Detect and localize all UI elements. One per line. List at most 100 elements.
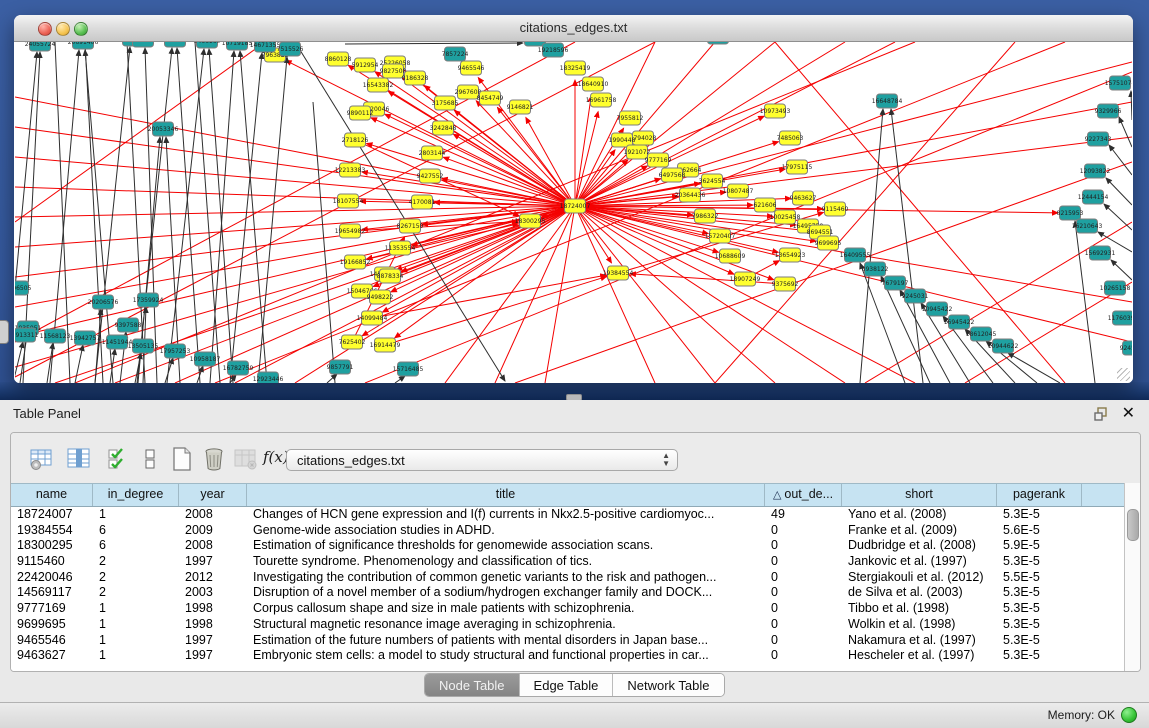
column-header-in-degree[interactable]: in_degree — [93, 484, 179, 506]
graph-node-7625402[interactable]: 7625402 — [339, 335, 366, 349]
table-row[interactable]: 946362711997Embryonic stem cells: a mode… — [11, 648, 1125, 664]
column-header-title[interactable]: title — [247, 484, 765, 506]
graph-node-3624554[interactable]: 3624554 — [699, 174, 726, 188]
graph-node-16543382[interactable]: 16543382 — [363, 78, 394, 92]
graph-node-3242848[interactable]: 3242848 — [430, 121, 457, 135]
graph-node-13654923[interactable]: 13654923 — [775, 248, 806, 262]
graph-node-11353554[interactable]: 11353554 — [385, 241, 416, 255]
tab-node-table[interactable]: Node Table — [425, 674, 520, 696]
graph-node-8860128[interactable]: 8860128 — [325, 52, 352, 66]
graph-node-10688609[interactable]: 10688609 — [715, 249, 746, 263]
tab-network-table[interactable]: Network Table — [613, 674, 723, 696]
column-header-out-de-[interactable]: △out_de... — [765, 484, 842, 506]
table-settings-icon[interactable] — [29, 446, 55, 472]
table-row[interactable]: 977716911998Corpus callosum shape and si… — [11, 601, 1125, 617]
graph-node-20053346[interactable]: 20053346 — [148, 122, 179, 136]
graph-node-7485063[interactable]: 7485063 — [777, 131, 804, 145]
graph-node-5912954[interactable]: 5912954 — [352, 58, 379, 72]
memory-ok-icon[interactable] — [1121, 707, 1137, 723]
graph-node-24055724[interactable]: 24055724 — [25, 42, 56, 51]
graph-node-9227343[interactable]: 9227343 — [1085, 132, 1112, 146]
graph-node-3913311[interactable]: 3913311 — [15, 328, 39, 342]
graph-node-7857224[interactable]: 7857224 — [442, 47, 469, 61]
graph-node-17957253[interactable]: 17957253 — [160, 344, 191, 358]
graph-node-11568123[interactable]: 11568123 — [40, 329, 71, 343]
delete-table-icon[interactable] — [233, 446, 259, 472]
graph-node-7679197[interactable]: 7679197 — [882, 276, 909, 290]
graph-node-7986322[interactable]: 7986322 — [692, 209, 719, 223]
table-row[interactable]: 1456911722003Disruption of a novel membe… — [11, 585, 1125, 601]
tab-edge-table[interactable]: Edge Table — [520, 674, 614, 696]
graph-node-10719185[interactable]: 10719185 — [222, 42, 253, 50]
citation-network-graph[interactable]: 1872400779638228860128591295425226058982… — [15, 42, 1132, 383]
table-row[interactable]: 2242004622012Investigating the contribut… — [11, 570, 1125, 586]
graph-node-10958187[interactable]: 10958187 — [190, 352, 221, 366]
graph-node-621606[interactable]: 621606 — [754, 198, 777, 212]
table-selector-dropdown[interactable]: citations_edges.txt ▲▼ — [286, 449, 678, 471]
graph-node-12093822[interactable]: 12093822 — [1080, 164, 1111, 178]
graph-node-17359924[interactable]: 17359924 — [133, 293, 164, 307]
table-row[interactable]: 1938455462009Genome-wide association stu… — [11, 523, 1125, 539]
graph-node-16648784[interactable]: 16648784 — [872, 94, 903, 108]
graph-node-14099484[interactable]: 14099484 — [357, 311, 388, 325]
graph-node-9463627[interactable]: 9463627 — [790, 191, 817, 205]
table-row[interactable]: 1872400712008Changes of HCN gene express… — [11, 507, 1125, 523]
row-toggle-icon[interactable] — [138, 446, 164, 472]
graph-node-9115460[interactable]: 9115460 — [822, 202, 849, 216]
graph-node-15716485[interactable]: 15716485 — [393, 362, 424, 376]
graph-node-17975115[interactable]: 17975115 — [782, 160, 813, 174]
column-header-name[interactable]: name — [11, 484, 93, 506]
graph-node-9245031[interactable]: 9245031 — [902, 289, 929, 303]
graph-node-19654982[interactable]: 19654982 — [335, 224, 366, 238]
graph-node-16914479[interactable]: 16914479 — [370, 338, 401, 352]
graph-node-18300295[interactable]: 18300295 — [515, 214, 546, 228]
function-icon[interactable]: f(x) — [263, 448, 289, 474]
graph-node-20364436[interactable]: 20364436 — [675, 188, 706, 202]
graph-node-2306505[interactable]: 2306505 — [15, 281, 32, 295]
network-view-window[interactable]: citations_edges.txt 18724007796382288601… — [14, 15, 1133, 382]
table-row[interactable]: 911546021997Tourette syndrome. Phenomeno… — [11, 554, 1125, 570]
graph-node-9427552[interactable]: 9427552 — [417, 169, 444, 183]
trash-icon[interactable] — [201, 446, 227, 472]
graph-node-12213383[interactable]: 12213383 — [335, 163, 366, 177]
network-canvas[interactable]: 1872400779638228860128591295425226058982… — [15, 42, 1132, 383]
graph-node-2718126[interactable]: 2718126 — [342, 133, 369, 147]
graph-node-8186328[interactable]: 8186328 — [402, 71, 429, 85]
graph-node-13942757[interactable]: 13942757 — [70, 331, 101, 345]
graph-node-3175685[interactable]: 3175685 — [432, 96, 459, 110]
graph-node-13505135[interactable]: 13505135 — [128, 339, 159, 353]
graph-node-12923446[interactable]: 12923446 — [253, 372, 284, 383]
graph-node-18724007[interactable]: 18724007 — [560, 199, 591, 213]
graph-node-8938122[interactable]: 8938122 — [862, 262, 889, 276]
graph-node-18907249[interactable]: 18907249 — [730, 272, 761, 286]
graph-node-8267150[interactable]: 8267150 — [397, 219, 424, 233]
graph-node-12444154[interactable]: 12444154 — [1078, 190, 1109, 204]
graph-node-7515526[interactable]: 7515526 — [277, 42, 304, 56]
graph-node-8454749[interactable]: 8454749 — [477, 91, 504, 105]
graph-node-19218596[interactable]: 19218596 — [538, 43, 569, 57]
graph-node-9466160[interactable]: 9466160 — [194, 42, 221, 48]
graph-node-15276021[interactable]: 15276021 — [160, 42, 191, 47]
graph-node-20206576[interactable]: 20206576 — [88, 295, 119, 309]
graph-node-15751074[interactable]: 15751074 — [1105, 76, 1132, 90]
column-header-short[interactable]: short — [842, 484, 997, 506]
graph-node-16945422[interactable]: 16945422 — [944, 315, 975, 329]
graph-node-8878334[interactable]: 8878334 — [377, 269, 404, 283]
show-columns-icon[interactable] — [66, 446, 92, 472]
graph-node-6497568[interactable]: 6497568 — [659, 168, 686, 182]
window-titlebar[interactable]: citations_edges.txt — [14, 15, 1133, 42]
graph-node-10973493[interactable]: 10973493 — [760, 104, 791, 118]
graph-node-7955812[interactable]: 7955812 — [617, 111, 644, 125]
graph-node-9146821[interactable]: 9146821 — [507, 100, 534, 114]
graph-node-18612045[interactable]: 18612045 — [966, 327, 997, 341]
scrollbar-thumb[interactable] — [1127, 509, 1139, 541]
graph-node-9890112[interactable]: 9890112 — [347, 106, 374, 120]
column-header-pagerank[interactable]: pagerank — [997, 484, 1082, 506]
graph-node-18325419[interactable]: 18325419 — [560, 61, 591, 75]
sidebar-collapse-handle[interactable] — [0, 320, 9, 344]
graph-node-15692931[interactable]: 15692931 — [1085, 246, 1116, 260]
graph-node-8215953[interactable]: 8215953 — [1057, 206, 1084, 220]
table-row[interactable]: 969969511998Structural magnetic resonanc… — [11, 617, 1125, 633]
graph-node-20691406[interactable]: 20691406 — [68, 42, 99, 49]
float-panel-icon[interactable] — [1093, 406, 1109, 422]
